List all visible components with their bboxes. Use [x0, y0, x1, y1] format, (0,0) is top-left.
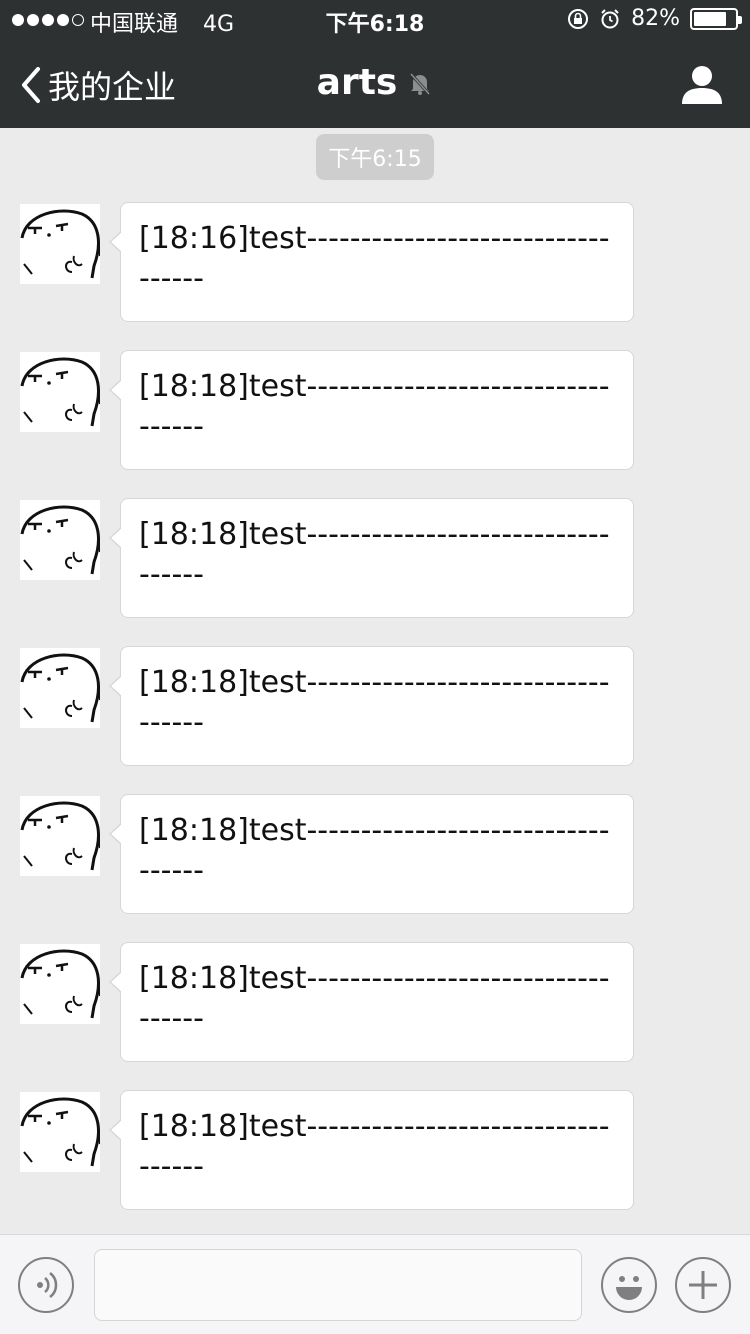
alarm-icon — [601, 8, 619, 28]
timestamp-wrap: 下午6:15 — [0, 134, 750, 180]
message-row: [18:18]test-----------------------------… — [0, 498, 750, 618]
message-input[interactable] — [94, 1249, 582, 1321]
avatar[interactable] — [20, 204, 100, 284]
message-bubble[interactable]: [18:18]test-----------------------------… — [109, 794, 634, 914]
navigation-bar: 我的企业 arts — [0, 40, 750, 128]
person-icon[interactable] — [680, 62, 724, 106]
avatar[interactable] — [20, 352, 100, 432]
battery-percent: 82% — [631, 6, 680, 31]
status-right: 82% — [567, 6, 742, 31]
input-bar — [0, 1234, 750, 1334]
message-bubble[interactable]: [18:18]test-----------------------------… — [109, 942, 634, 1062]
message-timestamp: 下午6:15 — [316, 134, 434, 180]
message-row: [18:16]test-----------------------------… — [0, 202, 750, 322]
voice-button[interactable] — [18, 1257, 74, 1313]
voice-icon — [37, 1272, 58, 1298]
battery-level — [694, 11, 727, 26]
muted-bell-icon — [410, 72, 431, 95]
avatar[interactable] — [20, 648, 100, 728]
message-row: [18:18]test-----------------------------… — [0, 942, 750, 1062]
chat-title-wrap: arts — [0, 62, 750, 103]
chat-area[interactable]: 下午6:15 [18:16]test----------------------… — [0, 128, 750, 1234]
message-row: [18:18]test-----------------------------… — [0, 794, 750, 914]
avatar[interactable] — [20, 1092, 100, 1172]
message-bubble[interactable]: [18:16]test-----------------------------… — [109, 202, 634, 322]
emoji-button[interactable] — [601, 1257, 657, 1313]
battery-icon — [690, 7, 742, 30]
plus-icon — [689, 1271, 717, 1299]
emoji-icon — [616, 1276, 642, 1300]
message-bubble[interactable]: [18:18]test-----------------------------… — [109, 350, 634, 470]
add-button[interactable] — [675, 1257, 731, 1313]
avatar[interactable] — [20, 944, 100, 1024]
message-bubble[interactable]: [18:18]test-----------------------------… — [109, 646, 634, 766]
message-row: [18:18]test-----------------------------… — [0, 350, 750, 470]
top-bar: 中国联通 4G 下午6:18 82% 我的企业 arts — [0, 0, 750, 128]
message-bubble[interactable]: [18:18]test-----------------------------… — [109, 498, 634, 618]
message-row: [18:18]test-----------------------------… — [0, 1090, 750, 1210]
message-row: [18:18]test-----------------------------… — [0, 646, 750, 766]
message-bubble[interactable]: [18:18]test-----------------------------… — [109, 1090, 634, 1210]
page-title: arts — [316, 62, 398, 103]
avatar[interactable] — [20, 796, 100, 876]
avatar[interactable] — [20, 500, 100, 580]
status-bar: 中国联通 4G 下午6:18 82% — [0, 0, 750, 40]
rotation-lock-icon — [568, 8, 589, 29]
